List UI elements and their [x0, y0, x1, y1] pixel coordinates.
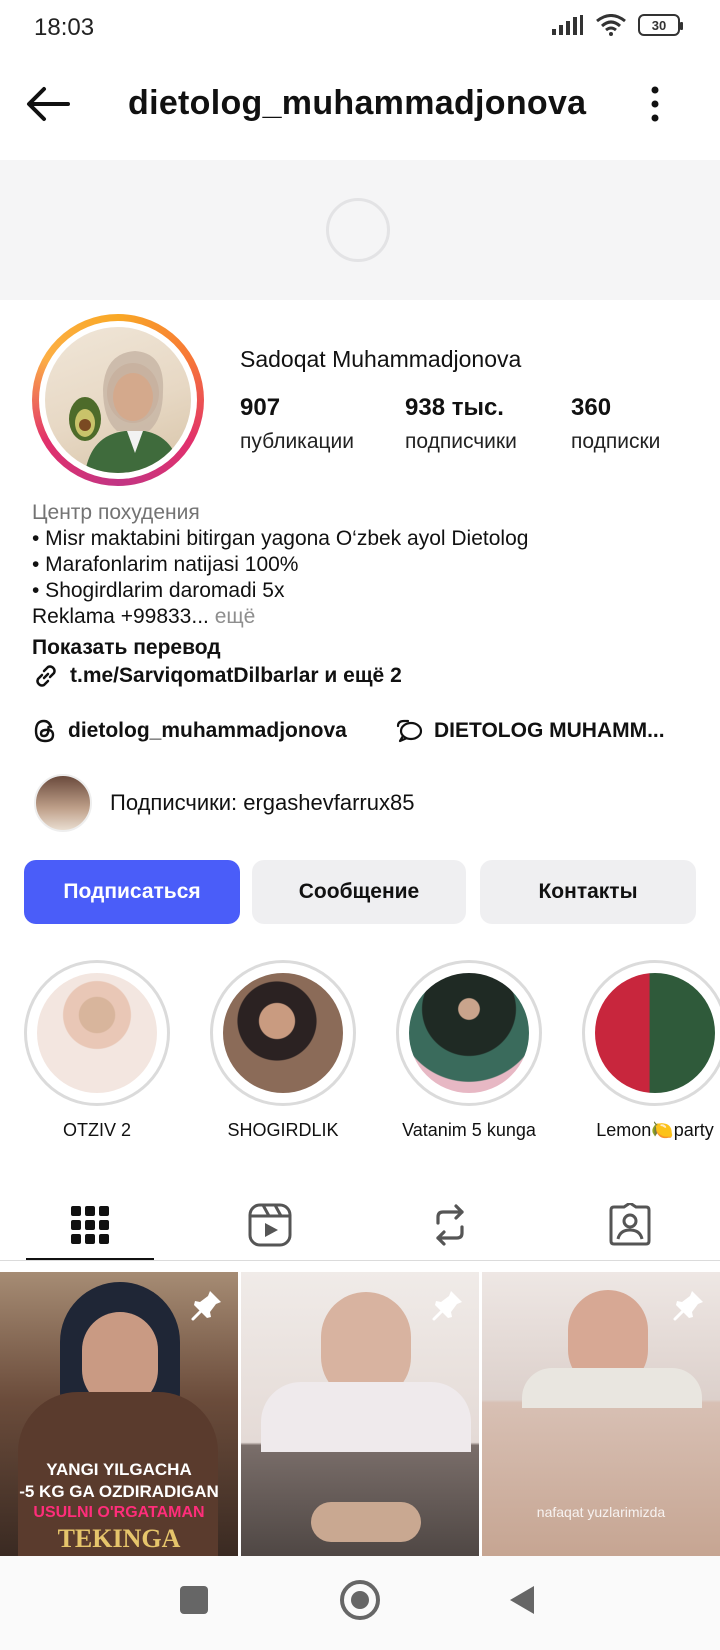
reels-icon: [248, 1203, 292, 1247]
post-overlay-text: TEKINGA: [57, 1524, 181, 1553]
bio-line: • Marafonlarim natijasi 100%: [32, 553, 299, 576]
bio-more-link[interactable]: ещё: [209, 605, 256, 628]
pin-icon: [432, 1291, 462, 1321]
tab-tagged[interactable]: [540, 1190, 720, 1260]
story-highlight[interactable]: Lemon🍋party: [580, 960, 720, 1141]
status-time: 18:03: [34, 14, 95, 41]
story-ring[interactable]: [32, 314, 204, 486]
mutual-followers[interactable]: Подписчики: ergashevfarrux85: [34, 774, 414, 832]
arrow-left-icon: [27, 87, 70, 121]
home-button[interactable]: [340, 1580, 380, 1620]
followers-prefix: Подписчики:: [110, 790, 244, 815]
post-overlay-text: YANGI YILGACHA: [46, 1460, 192, 1479]
threads-username: dietolog_muhammadjonova: [68, 719, 347, 742]
signal-icon: [552, 15, 583, 35]
threads-icon: [34, 719, 55, 743]
story-highlight[interactable]: Vatanim 5 kunga: [394, 960, 544, 1141]
tab-reels[interactable]: [180, 1190, 360, 1260]
highlight-label: SHOGIRDLIK: [227, 1120, 339, 1140]
stat-followers[interactable]: 938 тыс. подписчики: [405, 394, 517, 454]
tab-reposts[interactable]: [360, 1190, 540, 1260]
tagged-person-icon: [609, 1203, 651, 1246]
bio-line: Reklama +99833...: [32, 605, 209, 628]
stat-followers-label: подписчики: [405, 430, 517, 453]
story-highlight[interactable]: SHOGIRDLIK: [208, 960, 358, 1141]
profile-category: Центр похудения: [32, 501, 200, 524]
post-overlay-text: USULNI O'RGATAMAN: [33, 1504, 205, 1521]
follow-button[interactable]: Подписаться: [24, 860, 240, 924]
external-link[interactable]: t.me/SarviqomatDilbarlar и ещё 2: [32, 662, 402, 690]
stat-posts-label: публикации: [240, 430, 354, 453]
show-translation-link[interactable]: Показать перевод: [32, 636, 221, 660]
followers-username: ergashevfarrux85: [243, 790, 415, 815]
stat-following-value: 360: [571, 394, 612, 421]
back-nav-button[interactable]: [508, 1584, 536, 1616]
post-overlay-text: -5 KG GA OZDIRADIGAN: [19, 1482, 219, 1501]
highlight-cover: [409, 973, 529, 1093]
stat-following-label: подписки: [571, 430, 661, 453]
message-button[interactable]: Сообщение: [252, 860, 466, 924]
loading-spinner: [326, 198, 390, 262]
tab-posts[interactable]: [0, 1190, 180, 1260]
follower-avatar: [34, 774, 92, 832]
profile-tabs: [0, 1190, 720, 1262]
stat-posts-value: 907: [240, 394, 281, 421]
profile-username: dietolog_muhammadjonova: [128, 84, 587, 122]
highlight-label: Vatanim 5 kunga: [402, 1120, 536, 1140]
pin-icon: [673, 1291, 703, 1321]
channel-name: DIETOLOG MUHAMM...: [434, 719, 665, 742]
stat-followers-value: 938 тыс.: [405, 394, 504, 421]
more-vertical-icon: [651, 86, 659, 122]
highlight-cover: [37, 973, 157, 1093]
bio-line: • Misr maktabini bitirgan yagona O‘zbek …: [32, 527, 529, 550]
profile-bio: Центр похудения • Misr maktabini bitirga…: [32, 500, 692, 630]
channel-icon: [396, 719, 423, 743]
highlight-cover: [595, 973, 715, 1093]
story-highlight[interactable]: OTZIV 2: [22, 960, 172, 1141]
grid-icon: [71, 1206, 109, 1244]
recent-apps-button[interactable]: [180, 1586, 208, 1614]
repost-icon: [436, 1204, 464, 1246]
post-thumbnail[interactable]: YANGI YILGACHA -5 KG GA OZDIRADIGAN USUL…: [0, 1272, 238, 1556]
post-thumbnail[interactable]: nafaqat yuzlarimizda: [482, 1272, 720, 1556]
wifi-icon: [596, 14, 626, 36]
profile-avatar: [45, 327, 191, 473]
link-text: t.me/SarviqomatDilbarlar и ещё 2: [70, 664, 402, 687]
bio-line: • Shogirdlarim daromadi 5x: [32, 579, 285, 602]
highlight-label: OTZIV 2: [62, 1120, 131, 1140]
stat-following[interactable]: 360 подписки: [571, 394, 660, 454]
back-button[interactable]: [24, 80, 72, 128]
link-icon: [36, 665, 56, 687]
status-icons: 30: [552, 14, 683, 36]
threads-link[interactable]: dietolog_muhammadjonova: [32, 718, 347, 744]
more-options-button[interactable]: [640, 84, 670, 124]
broadcast-channel-link[interactable]: DIETOLOG MUHAMM...: [394, 718, 665, 744]
post-thumbnail[interactable]: [241, 1272, 479, 1556]
system-navigation-bar: [0, 1556, 720, 1650]
contacts-button[interactable]: Контакты: [480, 860, 696, 924]
profile-full-name: Sadoqat Muhammadjonova: [240, 346, 522, 372]
pin-icon: [191, 1291, 221, 1321]
tabs-divider: [0, 1260, 720, 1261]
stat-posts[interactable]: 907 публикации: [240, 394, 354, 454]
battery-icon: 30: [638, 14, 683, 36]
highlight-cover: [223, 973, 343, 1093]
post-caption-text: nafaqat yuzlarimizda: [536, 1504, 666, 1520]
highlight-label: Lemon🍋party: [596, 1120, 714, 1140]
